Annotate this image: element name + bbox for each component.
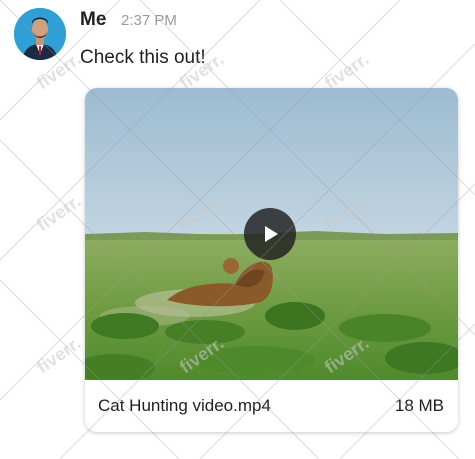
user-avatar-icon bbox=[14, 8, 66, 60]
video-thumbnail[interactable] bbox=[85, 88, 458, 382]
message-timestamp: 2:37 PM bbox=[121, 12, 177, 29]
file-size: 18 MB bbox=[394, 396, 444, 415]
watermark-text: fiverr. bbox=[33, 191, 85, 236]
file-name[interactable]: Cat Hunting video.mp4 bbox=[98, 396, 271, 416]
sender-name[interactable]: Me bbox=[80, 9, 106, 31]
attachment-footer: Cat Hunting video.mp4 18 MB bbox=[85, 380, 458, 432]
watermark-text: fiverr. bbox=[33, 333, 85, 378]
watermark-text: fiverr. bbox=[321, 49, 373, 94]
message-text: Check this out! bbox=[80, 47, 206, 68]
video-attachment-card[interactable]: Cat Hunting video.mp4 18 MB bbox=[85, 88, 458, 432]
play-button[interactable] bbox=[244, 208, 296, 260]
avatar[interactable] bbox=[14, 8, 66, 60]
chat-message: Me 2:37 PM Check this out! Cat Hunting v… bbox=[0, 0, 475, 459]
